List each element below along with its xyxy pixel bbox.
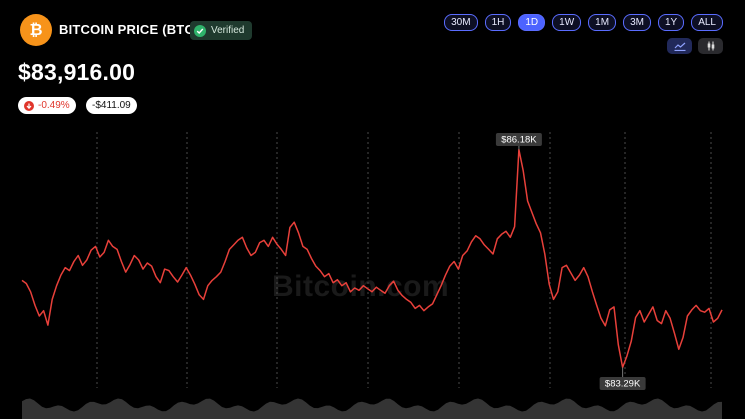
check-icon bbox=[194, 24, 206, 37]
candlestick-icon bbox=[707, 41, 714, 51]
change-percent: -0.49% bbox=[38, 100, 70, 111]
verified-badge: Verified bbox=[190, 21, 253, 40]
high-marker: $86.18K bbox=[495, 133, 542, 150]
timeframe-1h-button[interactable]: 1H bbox=[484, 14, 512, 31]
page-title: BITCOIN PRICE (BTC) bbox=[59, 22, 199, 37]
change-percent-badge: -0.49% bbox=[18, 97, 76, 114]
price-chart[interactable]: $86.18K $83.29K bbox=[0, 128, 745, 419]
line-chart-icon bbox=[674, 42, 685, 51]
high-label: $86.18K bbox=[501, 135, 537, 146]
volume-area bbox=[22, 398, 722, 419]
svg-text:₿: ₿ bbox=[29, 21, 42, 39]
bitcoin-logo-icon: ₿ bbox=[20, 14, 52, 46]
current-price: $83,916.00 bbox=[18, 59, 136, 85]
change-absolute: -$411.09 bbox=[92, 100, 131, 111]
price-line bbox=[21, 148, 723, 369]
line-chart-button[interactable] bbox=[667, 38, 692, 54]
timeframe-30m-button[interactable]: 30M bbox=[444, 14, 478, 31]
candlestick-chart-button[interactable] bbox=[698, 38, 723, 54]
low-marker: $83.29K bbox=[599, 367, 646, 390]
timeframe-1d-button[interactable]: 1D bbox=[518, 14, 546, 31]
timeframe-1y-button[interactable]: 1Y bbox=[657, 14, 685, 31]
timeframe-all-button[interactable]: ALL bbox=[691, 14, 723, 31]
arrow-down-icon bbox=[24, 100, 34, 111]
timeframe-3m-button[interactable]: 3M bbox=[623, 14, 651, 31]
chart-type-selector bbox=[667, 38, 723, 54]
change-absolute-badge: -$411.09 bbox=[86, 97, 137, 114]
timeframe-selector: 30M 1H 1D 1W 1M 3M 1Y ALL bbox=[444, 14, 723, 31]
timeframe-1w-button[interactable]: 1W bbox=[552, 14, 582, 31]
low-label: $83.29K bbox=[605, 379, 641, 390]
timeframe-1m-button[interactable]: 1M bbox=[588, 14, 617, 31]
verified-label: Verified bbox=[211, 25, 245, 36]
